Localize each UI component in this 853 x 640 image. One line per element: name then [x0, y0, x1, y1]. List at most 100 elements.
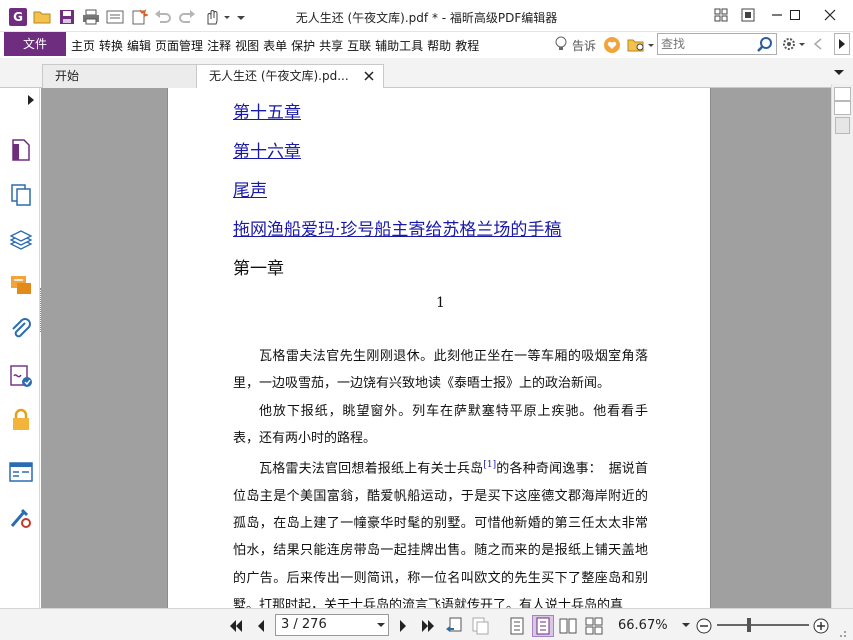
paragraph: 瓦格雷夫法官回想着报纸上有关士兵岛[1]的各种奇闻逸事： 据说首位岛主是个美国富…	[233, 452, 648, 608]
tell-me-label: 告诉	[572, 39, 597, 53]
paragraph: 瓦格雷夫法官先生刚刚退休。此刻他正坐在一等车厢的吸烟室角落里，一边吸雪茄，一边饶…	[233, 349, 648, 392]
menu-convert[interactable]: 转换	[99, 37, 123, 54]
layers-icon[interactable]	[9, 229, 33, 253]
menu-view[interactable]: 视图	[235, 37, 259, 54]
maximize-button[interactable]	[780, 4, 810, 26]
facing-view-icon[interactable]	[559, 617, 577, 635]
tell-me[interactable]: 告诉	[554, 36, 596, 55]
menu-accessibility[interactable]: 辅助工具	[375, 37, 423, 54]
search-input[interactable]	[658, 34, 754, 54]
toc-link-chapter-15[interactable]: 第十五章	[233, 98, 301, 123]
continuous-view-icon[interactable]	[532, 615, 554, 637]
tab-start[interactable]: 开始	[42, 64, 197, 88]
file-menu-button[interactable]: 文件	[4, 32, 66, 56]
zoom-value: 66.67%	[618, 618, 668, 633]
properties-icon[interactable]	[105, 7, 125, 27]
section-number: 1	[436, 295, 445, 311]
menu-connect[interactable]: 互联	[347, 37, 371, 54]
previous-page-icon[interactable]	[252, 617, 270, 635]
new-document-icon[interactable]	[129, 7, 149, 27]
ribbon-tabs: 主页 转换 编辑 页面管理 注释 视图 表单 保护 共享 互联 辅助工具 帮助 …	[71, 37, 483, 54]
navigation-panel	[0, 88, 41, 608]
menu-home[interactable]: 主页	[71, 37, 95, 54]
undo-icon[interactable]	[153, 7, 173, 27]
menu-protect[interactable]: 保护	[291, 37, 315, 54]
menu-share[interactable]: 共享	[319, 37, 343, 54]
pdf-page: 第十五章 第十六章 尾声 拖网渔船爱玛·珍号船主寄给苏格兰场的手稿 第一章 1 …	[167, 88, 711, 608]
close-tab-icon[interactable]	[364, 66, 374, 88]
ribbon-left-arrow-icon[interactable]	[813, 37, 823, 54]
save-icon[interactable]	[57, 7, 77, 27]
single-page-view-icon[interactable]	[508, 617, 526, 635]
toc-link-chapter-16[interactable]: 第十六章	[233, 137, 301, 162]
tab-label: 开始	[55, 69, 80, 83]
toc-link-manuscript[interactable]: 拖网渔船爱玛·珍号船主寄给苏格兰场的手稿	[233, 215, 561, 240]
search-folder-icon[interactable]	[627, 37, 655, 56]
resize-grip-icon[interactable]	[836, 627, 848, 640]
signature-panel-icon[interactable]	[9, 364, 33, 388]
form-fields-icon[interactable]	[9, 460, 33, 484]
quick-access-dropdown-icon[interactable]	[236, 7, 246, 27]
tab-label: 无人生还 (午夜文库).pd...	[209, 69, 349, 83]
menu-bar: 文件 主页 转换 编辑 页面管理 注释 视图 表单 保护 共享 互联 辅助工具 …	[0, 32, 853, 58]
zoom-dropdown-icon[interactable]	[682, 623, 690, 627]
menu-comment[interactable]: 注释	[207, 37, 231, 54]
document-viewport[interactable]: 第十五章 第十六章 尾声 拖网渔船爱玛·珍号船主寄给苏格兰场的手稿 第一章 1 …	[41, 88, 831, 608]
menu-help[interactable]: 帮助	[427, 37, 451, 54]
search-icon[interactable]	[757, 36, 773, 55]
page-number-field[interactable]: 3 / 276	[275, 614, 389, 636]
pages-icon[interactable]	[9, 183, 33, 207]
zoom-slider-track[interactable]	[717, 624, 809, 626]
fullscreen-icon[interactable]	[733, 4, 763, 26]
first-page-icon[interactable]	[228, 617, 246, 635]
scroll-up-button[interactable]	[834, 87, 851, 101]
zoom-out-icon[interactable]	[695, 617, 713, 635]
open-folder-icon[interactable]	[32, 7, 52, 27]
tab-list-dropdown-icon[interactable]	[833, 67, 845, 81]
page-number-value: 3 / 276	[281, 617, 327, 632]
document-tab-bar: 开始 无人生还 (午夜文库).pd...	[0, 58, 853, 89]
previous-view-icon[interactable]	[445, 617, 463, 635]
menu-page-manage[interactable]: 页面管理	[155, 37, 203, 54]
attachment-paperclip-icon[interactable]	[9, 318, 33, 342]
menu-tutorial[interactable]: 教程	[455, 37, 479, 54]
menu-edit[interactable]: 编辑	[127, 37, 151, 54]
page-dropdown-icon[interactable]	[377, 623, 385, 627]
scroll-thumb[interactable]	[835, 117, 850, 134]
menu-form[interactable]: 表单	[263, 37, 287, 54]
next-view-icon[interactable]	[471, 617, 489, 635]
close-button[interactable]	[815, 4, 845, 26]
last-page-icon[interactable]	[418, 617, 436, 635]
ribbon-right-arrow-icon[interactable]	[834, 33, 850, 55]
continuous-facing-view-icon[interactable]	[585, 617, 603, 635]
title-bar: G 无人生还 (午夜文库).pdf * - 福昕高级PDF编辑器	[0, 0, 853, 32]
tab-document[interactable]: 无人生还 (午夜文库).pd...	[196, 64, 384, 89]
search-box	[657, 33, 777, 55]
chapter-heading: 第一章	[233, 259, 284, 279]
security-lock-icon[interactable]	[9, 408, 33, 432]
zoom-level[interactable]: 66.67%	[618, 618, 694, 633]
footnote-link[interactable]: [1]	[483, 460, 496, 470]
expand-panel-icon[interactable]	[27, 94, 35, 109]
settings-gear-icon[interactable]	[781, 36, 807, 55]
redo-icon[interactable]	[177, 7, 197, 27]
print-icon[interactable]	[81, 7, 101, 27]
zoom-slider-thumb[interactable]	[747, 618, 751, 632]
toc-link-epilogue[interactable]: 尾声	[233, 176, 267, 201]
digital-id-icon[interactable]	[9, 506, 33, 530]
paragraph-text: 瓦格雷夫法官回想着报纸上有关士兵岛	[259, 461, 484, 477]
app-logo: G	[9, 8, 27, 26]
scroll-up-arrow-icon[interactable]	[834, 101, 851, 115]
vertical-scrollbar[interactable]	[831, 84, 853, 608]
page-thumbnails-icon[interactable]	[9, 138, 33, 162]
heart-icon[interactable]	[603, 36, 621, 57]
body-text: 瓦格雷夫法官先生刚刚退休。此刻他正坐在一等车厢的吸烟室角落里，一边吸雪茄，一边饶…	[233, 343, 648, 608]
paragraph: 他放下报纸，眺望窗外。列车在萨默塞特平原上疾驰。他看看手表，还有两小时的路程。	[233, 403, 648, 446]
lightbulb-icon	[554, 36, 568, 55]
paragraph-text: 的各种奇闻逸事： 据说首位岛主是个美国富翁，酷爱帆船运动，于是买下这座德文郡海岸…	[233, 461, 648, 608]
hand-tool-icon[interactable]	[203, 7, 231, 27]
zoom-in-icon[interactable]	[812, 617, 830, 635]
comments-icon[interactable]	[9, 274, 33, 298]
next-page-icon[interactable]	[394, 617, 412, 635]
restore-layout-icon[interactable]	[706, 4, 736, 26]
